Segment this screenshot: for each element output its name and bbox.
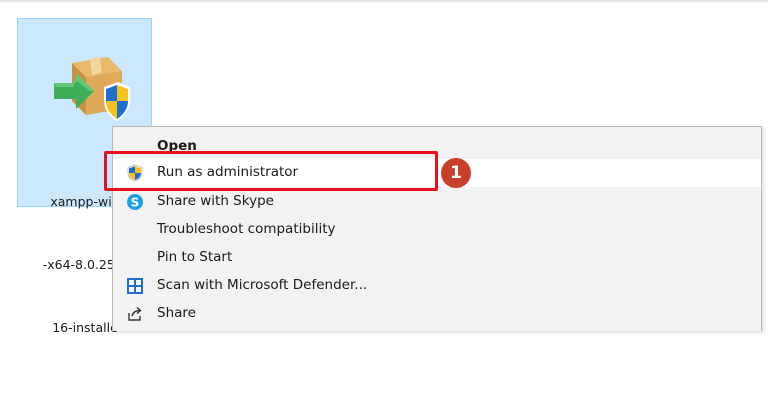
menu-item-troubleshoot-compatibility[interactable]: Troubleshoot compatibility xyxy=(113,216,761,244)
menu-item-scan-with-defender[interactable]: Scan with Microsoft Defender... xyxy=(113,272,761,300)
installer-package-icon xyxy=(54,57,130,121)
highlight-box xyxy=(104,151,438,191)
skype-icon: S xyxy=(127,194,143,210)
menu-item-share[interactable]: Share xyxy=(113,300,761,328)
step-badge: 1 xyxy=(441,158,471,188)
menu-item-label: Share xyxy=(157,305,196,321)
share-icon xyxy=(128,306,142,321)
menu-item-share-with-skype[interactable]: S Share with Skype xyxy=(113,188,761,216)
menu-item-label: Troubleshoot compatibility xyxy=(157,221,336,237)
window-edge xyxy=(0,0,768,2)
menu-item-label: Pin to Start xyxy=(157,249,233,265)
menu-item-pin-to-start[interactable]: Pin to Start xyxy=(113,244,761,272)
defender-icon xyxy=(127,278,143,294)
menu-item-label: Share with Skype xyxy=(157,193,274,209)
svg-text:S: S xyxy=(131,195,140,209)
desktop: xampp-win -x64-8.0.25-0 16-installe Open… xyxy=(0,0,768,404)
menu-item-label: Scan with Microsoft Defender... xyxy=(157,277,368,293)
